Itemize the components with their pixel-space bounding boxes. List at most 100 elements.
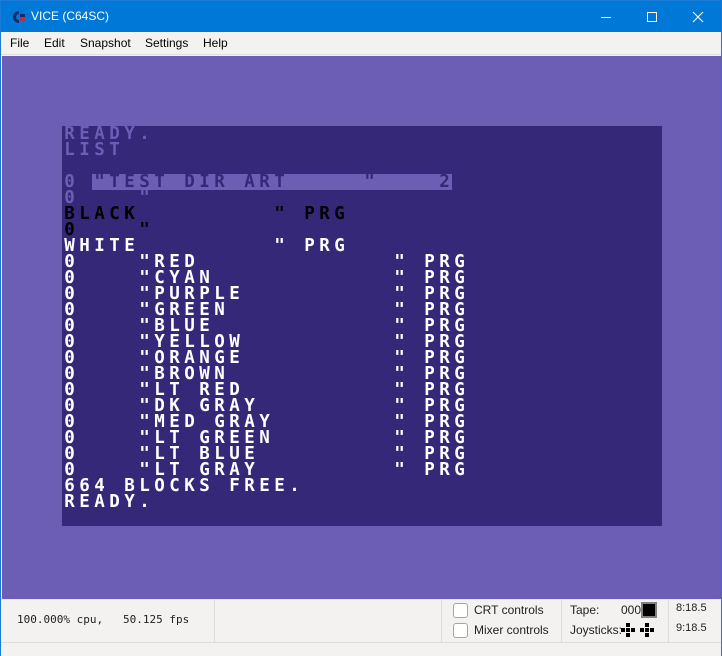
screen-line: 0 " B L U E " P R G [62, 317, 662, 335]
screen-char: O [154, 476, 165, 496]
screen-char: R [319, 204, 330, 224]
screen-char: . [289, 476, 300, 496]
menu-snapshot[interactable]: Snapshot [80, 36, 131, 51]
crt-controls-checkbox[interactable] [453, 602, 468, 618]
screen-line: 0 " L T R E D " P R G [62, 381, 662, 399]
window-title: VICE (C64SC) [31, 9, 110, 23]
screen-char: R [64, 492, 75, 512]
screen-char: " [274, 236, 285, 256]
screen-char: I [79, 140, 90, 160]
screen-char: H [79, 236, 90, 256]
menu-settings[interactable]: Settings [145, 36, 188, 51]
menu-file[interactable]: File [10, 36, 29, 51]
screen-char: I [199, 172, 210, 192]
screen-char: G [334, 204, 345, 224]
screen-char: E [124, 236, 135, 256]
screen-char: T [109, 236, 120, 256]
screen-char: " [139, 220, 150, 240]
c64-border[interactable]: R E A D Y. L I S T 0 " T E S T D I R A R T " 2 A 0 " B L A C K " P R G 0 " W H… [2, 56, 721, 599]
screen-char: E [229, 284, 240, 304]
divider [668, 600, 669, 642]
screen-char: P [304, 236, 315, 256]
screen-char: E [79, 492, 90, 512]
c64-screen[interactable]: R E A D Y. L I S T 0 " T E S T D I R A R T " 2 A 0 " B L A C K " P R G 0 " W H… [62, 124, 662, 526]
tape-status-icon[interactable] [641, 602, 657, 618]
minimize-button[interactable] [583, 1, 629, 32]
screen-char: . [139, 492, 150, 512]
cpu-fps-readout: 100.000% cpu, 50.125 fps [17, 613, 190, 626]
close-button[interactable] [675, 1, 721, 32]
screen-char: E [259, 476, 270, 496]
screen-char: K [184, 476, 195, 496]
mixer-controls-label: Mixer controls [474, 623, 549, 637]
screen-char: G [454, 460, 465, 480]
close-icon [692, 11, 704, 22]
screen-char: C [169, 476, 180, 496]
minimize-icon [601, 16, 611, 18]
screen-char: R [214, 460, 225, 480]
vice-window: VICE (C64SC) File Edit Snapshot Settings… [0, 0, 722, 656]
screen-char: G [199, 396, 210, 416]
screen-char: E [274, 476, 285, 496]
screen-char: D [184, 172, 195, 192]
screen-char: . [139, 124, 150, 144]
screen-char: A [454, 172, 465, 192]
screen-line [62, 158, 662, 174]
drive-9-status[interactable]: 9:18.5 [676, 622, 707, 634]
divider [214, 600, 215, 642]
screen-line: B L A C K " P R G [62, 204, 662, 224]
screen-char: A [244, 172, 255, 192]
screen-line: W H I T E " P R G [62, 236, 662, 256]
screen-char: Y [124, 492, 135, 512]
joysticks-label: Joysticks: [570, 623, 623, 637]
screen-char: E [229, 348, 240, 368]
screen-char: P [424, 460, 435, 480]
screen-char: N [259, 428, 270, 448]
screen-char: K [124, 204, 135, 224]
screen-line: 0 " Y E L L O W " P R G [62, 333, 662, 351]
divider [1, 642, 721, 643]
screen-line: 664BLOCKSFREE. [62, 476, 662, 496]
maximize-icon [647, 11, 657, 22]
screen-line: READY. [62, 124, 662, 144]
tape-label: Tape: [570, 603, 600, 617]
screen-line: 0 " M E D G R A Y " P R G [62, 413, 662, 431]
screen-char: A [94, 492, 105, 512]
screen-line: READY. [62, 492, 662, 512]
mixer-controls-toggle[interactable]: Mixer controls [453, 621, 549, 639]
screen-char: " [94, 172, 105, 192]
screen-line: LIST [62, 140, 662, 160]
title-bar[interactable]: VICE (C64SC) [1, 1, 721, 32]
screen-char: T [109, 172, 120, 192]
screen-line: 0 " L T G R A Y " P R G [62, 460, 662, 480]
screen-char: S [94, 140, 105, 160]
maximize-button[interactable] [629, 1, 675, 32]
screen-char: N [214, 300, 225, 320]
status-bar: 100.000% cpu, 50.125 fps CRT controls Mi… [1, 599, 721, 656]
mixer-controls-checkbox[interactable] [453, 622, 468, 638]
screen-char: I [94, 236, 105, 256]
divider [441, 600, 442, 642]
screen-char: T [154, 172, 165, 192]
screen-char: " [139, 188, 150, 208]
crt-controls-toggle[interactable]: CRT controls [453, 601, 544, 619]
screen-char: S [199, 476, 210, 496]
drive-8-status[interactable]: 8:18.5 [676, 602, 707, 614]
screen-char: A [94, 204, 105, 224]
joystick-2-icon[interactable] [639, 622, 655, 638]
screen-line: 0 " L T G R E E N " P R G [62, 428, 662, 448]
tape-counter: 000 [621, 603, 642, 617]
joystick-1-icon[interactable] [620, 622, 636, 638]
screen-line: 0 " C Y A N " P R G [62, 269, 662, 287]
screen-char: F [229, 476, 240, 496]
menu-help[interactable]: Help [203, 36, 228, 51]
screen-line: 0 " B R O W N " P R G [62, 365, 662, 383]
screen-char: L [79, 204, 90, 224]
screen-line: 0 " D K G R A Y " P R G [62, 396, 662, 416]
divider [561, 600, 562, 642]
screen-char: R [439, 460, 450, 480]
screen-line: 0 " [62, 220, 662, 240]
screen-char: T [109, 140, 120, 160]
screen-line: 0 " G R E E N " P R G [62, 300, 662, 320]
menu-edit[interactable]: Edit [44, 36, 65, 51]
